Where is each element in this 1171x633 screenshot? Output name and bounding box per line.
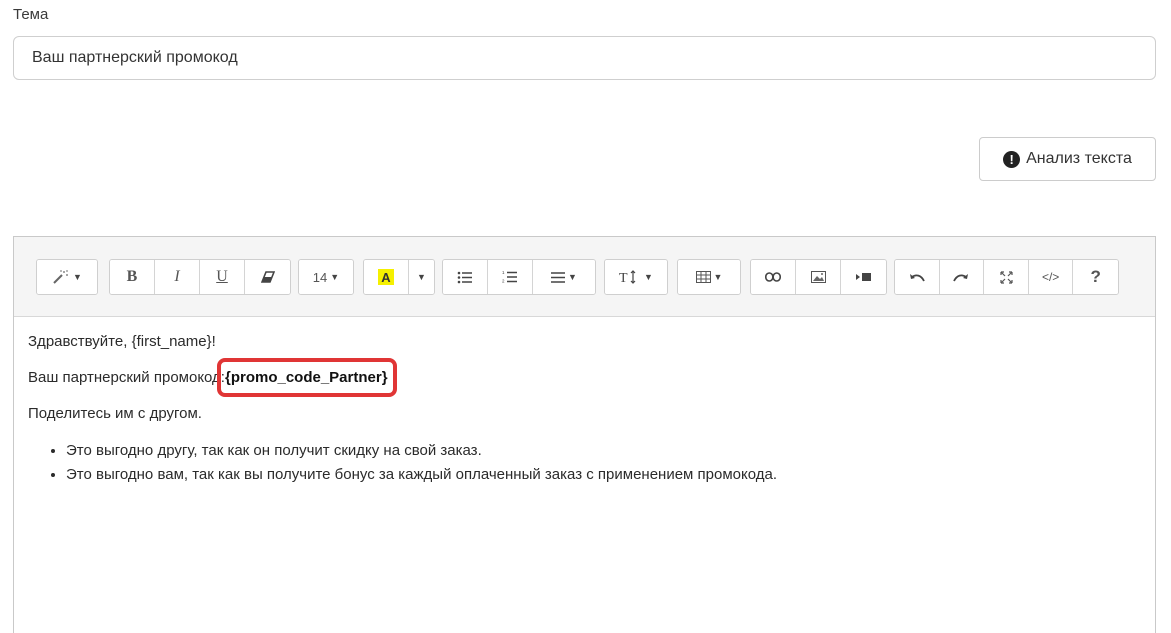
chevron-down-icon: ▼ (568, 272, 577, 282)
numbered-list-icon: 1 2 (502, 270, 517, 284)
text-color-icon: A (378, 269, 394, 285)
magic-wand-icon (53, 270, 69, 284)
editor-content[interactable]: Здравствуйте, {first_name}! Ваш партнерс… (14, 317, 1155, 487)
email-template-editor-page: Тема ! Анализ текста ▼ (0, 0, 1171, 633)
share-line: Поделитесь им с другом. (28, 405, 202, 422)
eraser-icon (260, 271, 275, 283)
list-item: Это выгодно вам, так как вы получите бон… (66, 463, 1155, 487)
exclamation-circle-icon: ! (1003, 150, 1021, 168)
promo-code-highlight-box (216, 358, 397, 397)
underline-button[interactable]: U (200, 260, 245, 294)
subject-label: Тема (13, 6, 49, 23)
toolbar-group-table: ▼ (677, 259, 741, 295)
insert-video-button[interactable] (841, 260, 886, 294)
editor-toolbar: ▼ B I U 14 ▼ A ▼ 1 2 ▼ T ▼ ▼ </> ? (14, 237, 1155, 317)
table-icon (695, 271, 711, 283)
svg-text:2: 2 (502, 279, 505, 284)
clear-format-button[interactable] (245, 260, 290, 294)
video-icon (856, 273, 871, 281)
chevron-down-icon: ▼ (330, 272, 340, 282)
fullscreen-button[interactable] (984, 260, 1029, 294)
chevron-down-icon: ▼ (713, 272, 723, 282)
toolbar-group-line-height: T ▼ (604, 259, 668, 295)
svg-text:1: 1 (502, 270, 505, 275)
undo-button[interactable] (895, 260, 940, 294)
toolbar-group-color: A ▼ (363, 259, 435, 295)
align-left-icon (551, 271, 566, 283)
list-item: Это выгодно другу, так как он получит ск… (66, 439, 1155, 463)
toolbar-group-font-size: 14 ▼ (298, 259, 354, 295)
greeting-line: Здравствуйте, {first_name}! (28, 333, 216, 350)
bold-button[interactable]: B (110, 260, 155, 294)
promo-line: Ваш партнерский промокод:{promo_code_Par… (28, 358, 1155, 397)
insert-image-button[interactable] (796, 260, 841, 294)
align-dropdown-button[interactable]: ▼ (533, 260, 595, 294)
ordered-list-button[interactable]: 1 2 (488, 260, 533, 294)
rich-text-editor: ▼ B I U 14 ▼ A ▼ 1 2 ▼ T ▼ ▼ </> ? Здрав… (13, 236, 1156, 633)
promo-code-wrapper: {promo_code_Partner} (216, 358, 397, 397)
analyze-text-button[interactable]: ! Анализ текста (979, 137, 1156, 181)
bullet-list-icon (457, 271, 472, 283)
toolbar-group-paragraph: 1 2 ▼ (442, 259, 596, 295)
font-size-dropdown[interactable]: 14 ▼ (299, 260, 353, 294)
redo-icon (953, 274, 969, 282)
code-view-button[interactable]: </> (1028, 260, 1074, 294)
color-dropdown-button[interactable]: ▼ (409, 260, 434, 294)
subject-input[interactable] (13, 36, 1156, 80)
italic-button[interactable]: I (155, 260, 200, 294)
code-icon: </> (1041, 270, 1060, 284)
image-icon (810, 271, 826, 283)
chevron-down-icon: ▼ (417, 272, 426, 282)
svg-text:T: T (619, 271, 628, 284)
chevron-down-icon: ▼ (644, 272, 653, 282)
line-height-dropdown[interactable]: T ▼ (605, 260, 667, 294)
redo-button[interactable] (939, 260, 985, 294)
unordered-list-button[interactable] (443, 260, 488, 294)
fullscreen-icon (999, 270, 1013, 284)
chevron-down-icon: ▼ (73, 272, 82, 282)
table-dropdown[interactable]: ▼ (678, 260, 740, 294)
toolbar-group-font-style: B I U (109, 259, 291, 295)
link-icon (765, 272, 781, 282)
insert-link-button[interactable] (751, 260, 796, 294)
undo-icon (909, 274, 925, 282)
benefits-list: Это выгодно другу, так как он получит ск… (28, 439, 1155, 487)
toolbar-group-style: ▼ (36, 259, 98, 295)
promo-prefix: Ваш партнерский промокод: (28, 369, 225, 386)
toolbar-group-view: </> ? (894, 259, 1119, 295)
text-color-button[interactable]: A (364, 260, 409, 294)
font-size-value: 14 (312, 269, 328, 285)
toolbar-group-insert (750, 259, 887, 295)
style-dropdown-button[interactable]: ▼ (37, 260, 97, 294)
help-button[interactable]: ? (1073, 260, 1118, 294)
text-height-icon: T (619, 270, 636, 284)
analyze-text-button-label: Анализ текста (1026, 150, 1132, 167)
svg-text:A: A (381, 270, 391, 285)
